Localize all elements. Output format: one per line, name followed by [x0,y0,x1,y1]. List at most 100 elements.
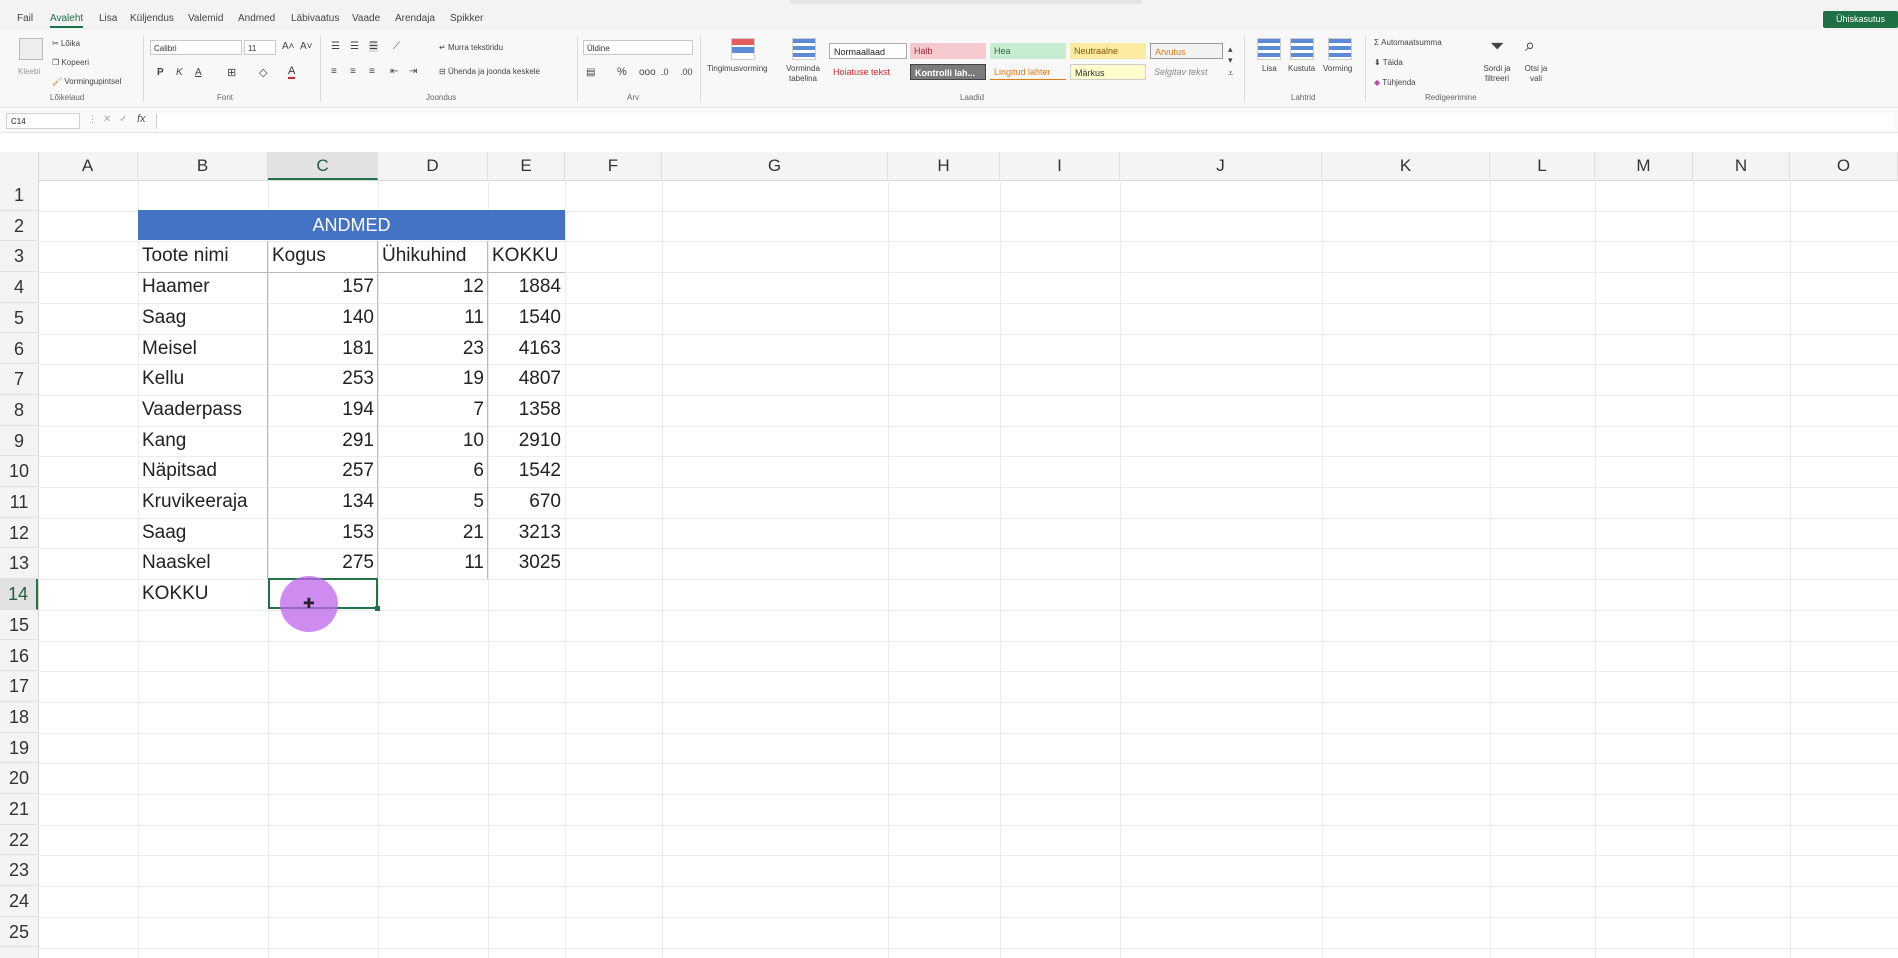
conditional-formatting-button[interactable]: Tingimusvorming [707,64,768,73]
menu-developer[interactable]: Arendaja [395,13,435,24]
row-header-7[interactable]: 7 [0,364,38,395]
table-cell[interactable]: 1542 [492,456,561,486]
fill-color-icon[interactable]: ◇ [259,66,267,79]
column-header-n[interactable]: N [1693,152,1790,180]
table-cell[interactable]: 181 [272,334,374,364]
merge-center-button[interactable]: ⊟ Ühenda ja joonda keskele [439,67,540,76]
table-cell[interactable]: 4163 [492,334,561,364]
number-format-select[interactable]: Üldine [583,40,693,55]
total-label-cell[interactable]: KOKKU [142,579,264,609]
wrap-text-button[interactable]: ↵ Murra tekstiridu [439,43,503,52]
increase-font-icon[interactable]: A˄ [282,41,295,52]
table-cell[interactable]: 23 [382,334,484,364]
row-header-16[interactable]: 16 [0,640,38,672]
table-cell[interactable]: 670 [492,487,561,517]
style-normal[interactable]: Normaallaad [829,43,907,59]
fill-button[interactable]: ⬇ Täida [1374,58,1403,67]
column-header-b[interactable]: B [138,152,268,180]
find-select-button[interactable]: Otsi ja vali [1522,64,1550,84]
copy-button[interactable]: ❐ Kopeeri [52,58,89,67]
table-header-cell[interactable]: Toote nimi [142,241,264,271]
column-header-j[interactable]: J [1120,152,1322,180]
product-name-cell[interactable]: Meisel [142,334,264,364]
clear-button[interactable]: ◆ Tühjenda [1374,78,1416,87]
insert-cells-button[interactable]: Lisa [1262,64,1277,73]
delete-cells-button[interactable]: Kustuta [1288,64,1315,73]
style-calculation[interactable]: Arvutus [1150,43,1223,59]
table-cell[interactable]: 253 [272,364,374,394]
table-cell[interactable]: 153 [272,518,374,548]
menu-view[interactable]: Vaade [352,13,380,24]
row-header-17[interactable]: 17 [0,671,38,702]
row-header-11[interactable]: 11 [0,487,38,518]
row-header-20[interactable]: 20 [0,763,38,794]
table-cell[interactable]: 157 [272,272,374,302]
menu-formulas[interactable]: Valemid [188,13,223,24]
table-cell[interactable]: 21 [382,518,484,548]
table-cell[interactable]: 291 [272,426,374,456]
format-as-table-icon[interactable] [792,38,816,60]
percent-button[interactable]: % [617,66,627,78]
column-header-c[interactable]: C [268,152,378,180]
menu-help[interactable]: Spikker [450,13,483,24]
accounting-icon[interactable]: ▤ [586,67,595,78]
font-name-select[interactable]: Calibri [150,40,242,55]
insert-cells-icon[interactable] [1257,38,1281,60]
decrease-decimal-icon[interactable]: .00 [680,67,693,77]
menu-review[interactable]: Läbivaatus [291,13,339,24]
orientation-icon[interactable]: ⟋ [393,41,400,52]
italic-button[interactable]: K [176,67,183,78]
delete-cells-icon[interactable] [1290,38,1314,60]
find-select-icon[interactable]: ⌕ [1525,35,1535,56]
table-header-cell[interactable]: KOKKU [492,241,561,271]
align-top-icon[interactable]: ☰ [331,41,340,52]
formula-input[interactable] [156,113,1893,129]
row-header-3[interactable]: 3 [0,241,38,273]
row-header-13[interactable]: 13 [0,548,38,580]
table-cell[interactable]: 5 [382,487,484,517]
table-cell[interactable]: 2910 [492,426,561,456]
paste-button[interactable]: Kleebi [18,67,40,76]
row-header-14[interactable]: 14 [0,579,38,610]
row-header-15[interactable]: 15 [0,609,38,641]
product-name-cell[interactable]: Näpitsad [142,456,264,486]
table-cell[interactable]: 134 [272,487,374,517]
table-cell[interactable]: 140 [272,303,374,333]
format-cells-button[interactable]: Vorming [1323,64,1352,73]
font-size-select[interactable]: 11 [244,40,276,55]
menu-file[interactable]: Fail [17,13,33,24]
styles-more-icon[interactable]: ⩡ [1228,68,1233,79]
underline-button[interactable]: A [195,67,202,78]
cut-button[interactable]: ✂ Lõika [52,39,80,48]
row-header-5[interactable]: 5 [0,302,38,334]
row-header-23[interactable]: 23 [0,855,38,887]
table-cell[interactable]: 6 [382,456,484,486]
table-cell[interactable]: 1358 [492,395,561,425]
row-header-12[interactable]: 12 [0,517,38,549]
row-header-19[interactable]: 19 [0,732,38,764]
column-header-m[interactable]: M [1595,152,1693,180]
style-warning-text[interactable]: Hoiatuse tekst [829,64,907,80]
more-options-icon[interactable]: ⋮ [88,114,97,125]
style-good[interactable]: Hea [990,43,1066,59]
table-header-cell[interactable]: Kogus [272,241,374,271]
table-header-cell[interactable]: Ühikuhind [382,241,484,271]
title-bar-search[interactable] [790,0,1142,4]
product-name-cell[interactable]: Vaaderpass [142,395,264,425]
menu-page-layout[interactable]: Küljendus [130,13,174,24]
sort-filter-button[interactable]: Sordi ja filtreeri [1479,64,1515,84]
product-name-cell[interactable]: Kellu [142,364,264,394]
style-bad[interactable]: Halb [910,43,986,59]
format-painter-button[interactable]: 🖌 Vormingupintsel [52,77,121,86]
style-linked-cell[interactable]: Lingitud lahter [990,64,1066,80]
column-header-f[interactable]: F [565,152,662,180]
style-neutral[interactable]: Neutraalne [1070,43,1146,59]
insert-function-icon[interactable]: fx [137,113,146,125]
row-header-6[interactable]: 6 [0,333,38,365]
format-as-table-button[interactable]: Vorminda tabelina [783,64,823,84]
conditional-formatting-icon[interactable] [731,38,755,60]
table-cell[interactable]: 12 [382,272,484,302]
table-title[interactable]: ANDMED [138,210,565,240]
product-name-cell[interactable]: Haamer [142,272,264,302]
menu-home[interactable]: Avaleht [50,13,84,28]
